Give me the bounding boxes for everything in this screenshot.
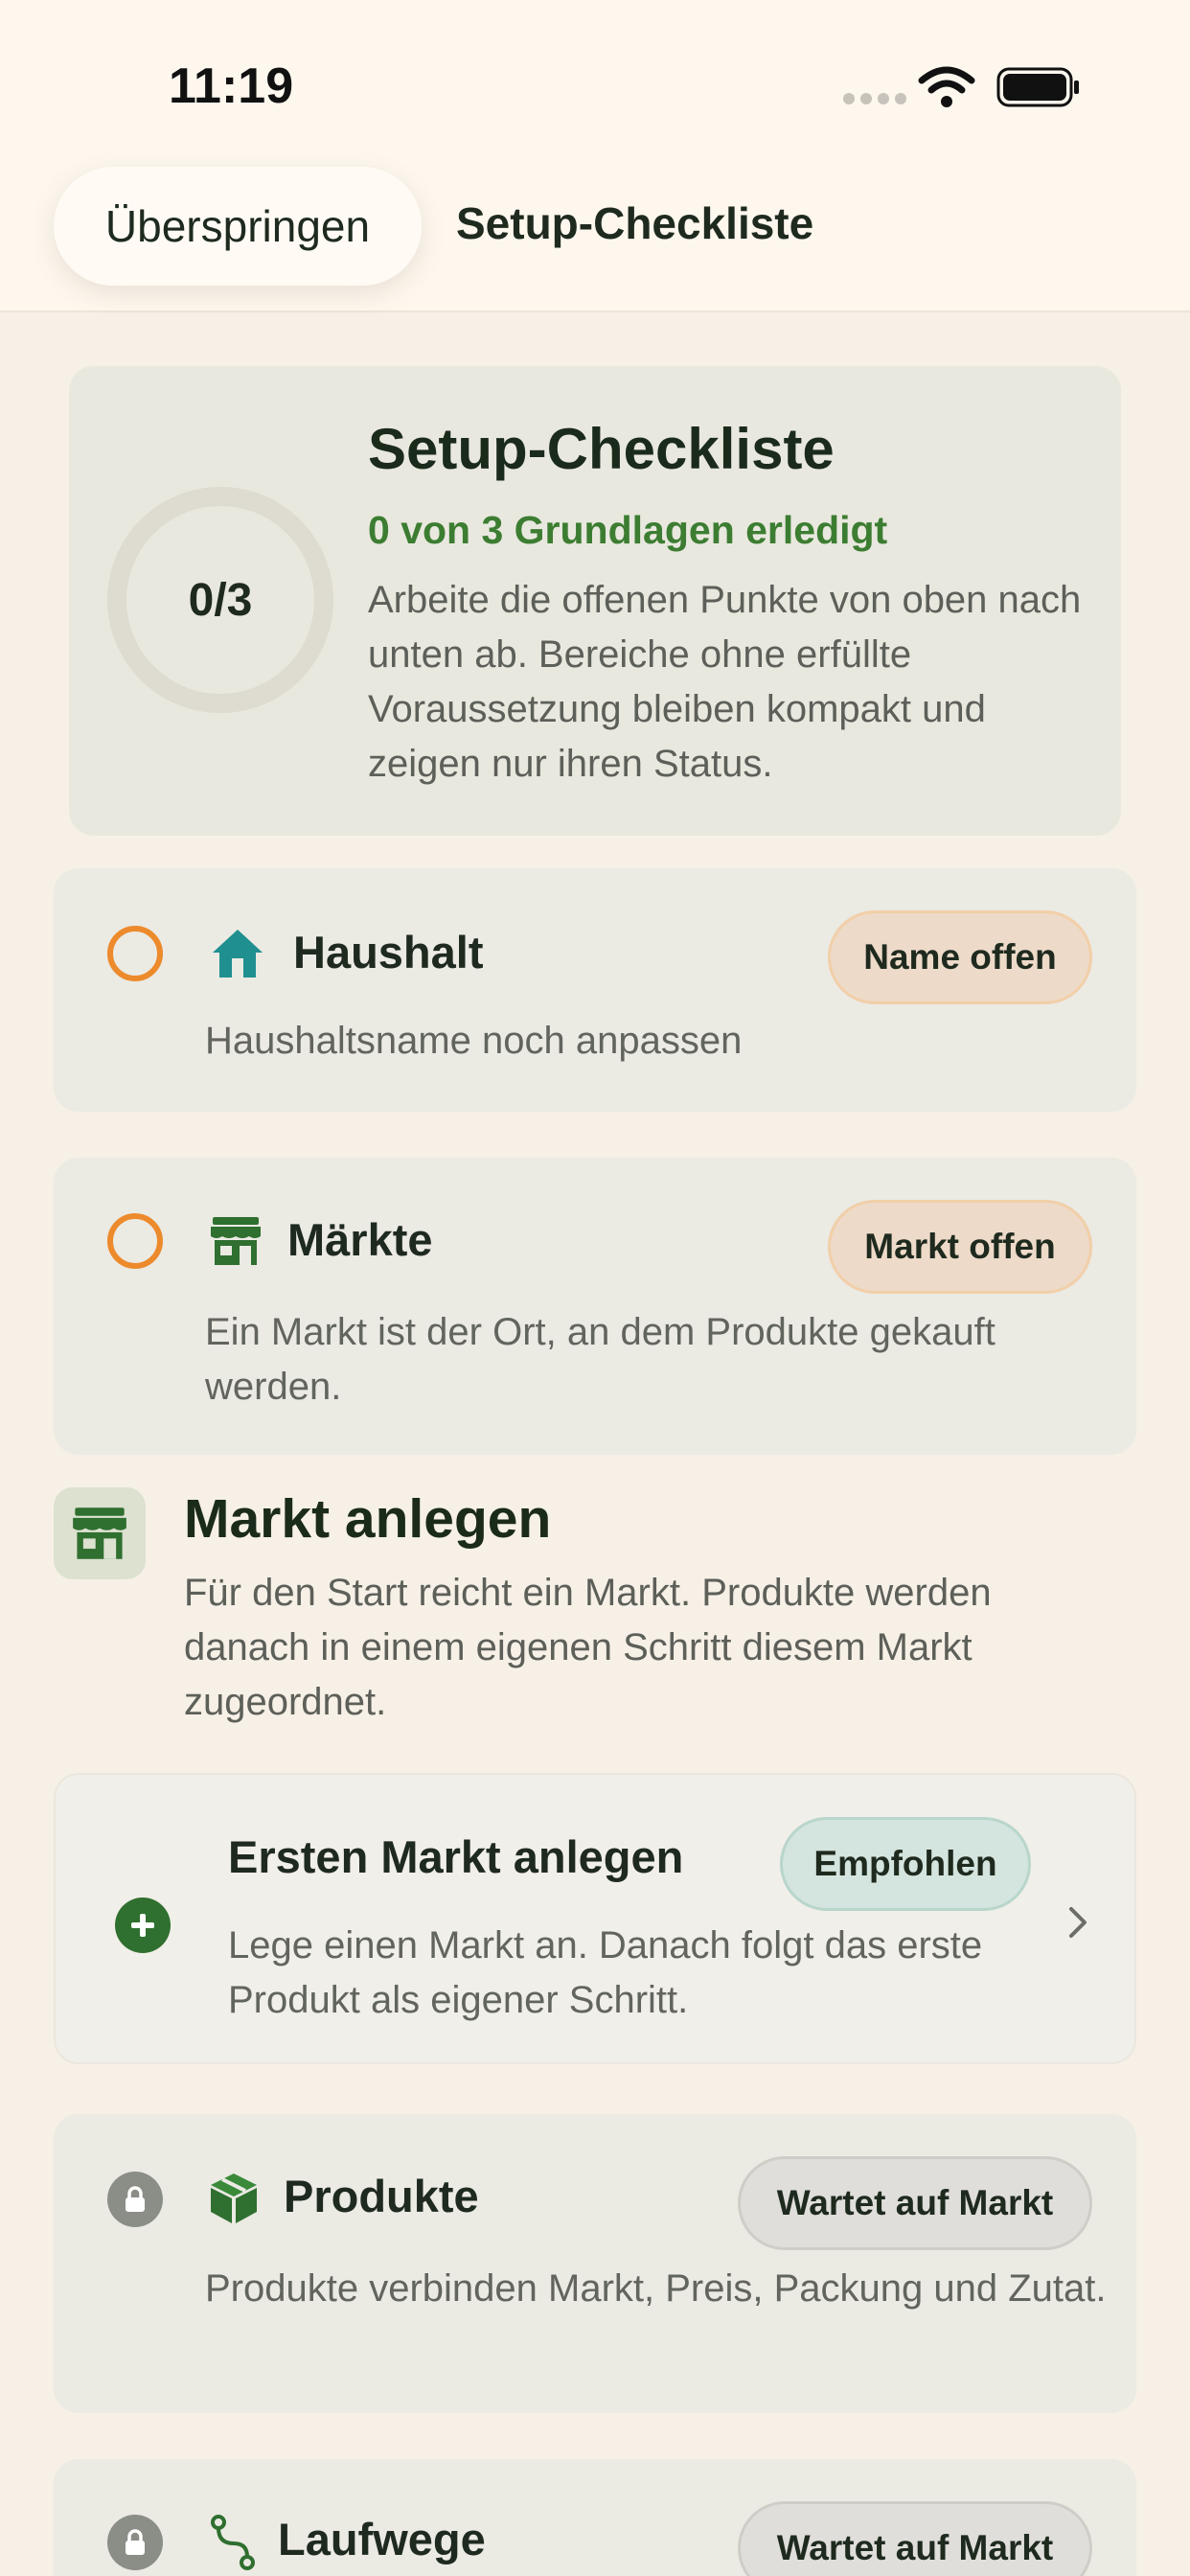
step-markets[interactable]: Märkte Markt offen Ein Markt ist der Ort… [54,1158,1136,1455]
summary-description: Arbeite die offenen Punkte von oben nach… [368,579,1082,785]
battery-icon [996,67,1079,107]
summary-subtitle: 0 von 3 Grundlagen erledigt [368,508,888,552]
progress-text: 0/3 [188,574,253,626]
step-title: Produkte [284,2171,479,2221]
skip-button[interactable]: Überspringen [54,167,422,286]
action-title: Ersten Markt anlegen [228,1831,684,1882]
status-icons [843,63,1083,111]
create-first-market-card[interactable]: Ersten Markt anlegen Empfohlen Lege eine… [54,1773,1136,2064]
lock-icon [107,2515,163,2570]
step-title: Laufwege [278,2514,486,2564]
status-open-icon [107,1213,163,1269]
chevron-right-icon [1069,1907,1087,1938]
lock-icon [107,2172,163,2227]
house-icon [213,930,263,978]
section-title: Markt anlegen [184,1488,552,1550]
status-badge: Name offen [828,910,1092,1004]
summary-card: 0/3 Setup-Checkliste 0 von 3 Grundlagen … [69,366,1121,836]
step-title: Märkte [287,1214,433,1265]
status-badge: Wartet auf Markt [738,2501,1092,2576]
recommended-badge: Empfohlen [780,1817,1031,1911]
status-time: 11:19 [169,58,294,114]
signal-icon [843,92,912,109]
step-description: Haushaltsname noch anpassen [205,1020,743,1062]
status-badge: Markt offen [828,1200,1092,1294]
top-bar: 11:19 Überspringen Setup-Checkliste [0,0,1190,312]
step-products[interactable]: Produkte Wartet auf Markt Produkte verbi… [54,2114,1136,2413]
route-icon [211,2515,255,2570]
step-title: Haushalt [293,927,484,978]
section-store-icon [54,1487,146,1579]
box-icon [211,2174,257,2223]
step-routes[interactable]: Laufwege Wartet auf Markt [54,2459,1136,2576]
wifi-icon [918,66,975,107]
page-title: Setup-Checkliste [456,198,814,248]
plus-icon [115,1898,171,1953]
status-badge: Wartet auf Markt [738,2156,1092,2250]
step-description: Ein Markt ist der Ort, an dem Produkte g… [205,1311,995,1408]
action-description: Lege einen Markt an. Danach folgt das er… [228,1924,983,2021]
store-icon [73,1507,126,1559]
step-description: Produkte verbinden Markt, Preis, Packung… [205,2267,1107,2310]
summary-title: Setup-Checkliste [368,417,835,481]
store-icon [211,1217,261,1265]
progress-ring: 0/3 [107,487,333,713]
step-household[interactable]: Haushalt Name offen Haushaltsname noch a… [54,868,1136,1112]
status-open-icon [107,926,163,981]
section-description: Für den Start reicht ein Markt. Produkte… [184,1572,992,1723]
